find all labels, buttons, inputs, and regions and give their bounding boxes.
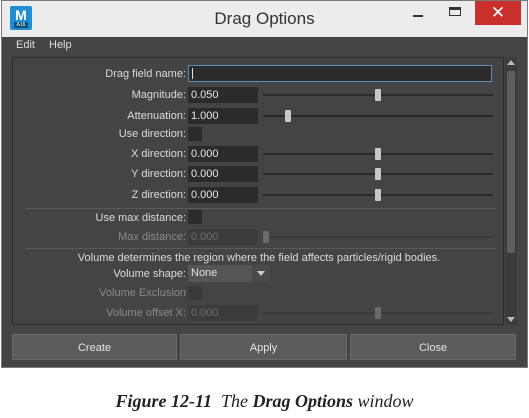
caption-text-pre: The xyxy=(220,391,248,411)
scroll-up-icon[interactable] xyxy=(507,60,515,65)
z-direction-slider[interactable] xyxy=(263,189,493,201)
volume-exclusion-checkbox[interactable] xyxy=(188,286,202,300)
max-distance-slider xyxy=(263,231,493,243)
magnitude-slider[interactable] xyxy=(263,89,493,101)
chevron-down-icon xyxy=(257,271,265,276)
magnitude-slider-thumb[interactable] xyxy=(375,89,381,101)
volume-offset-x-label: Volume offset X: xyxy=(106,307,186,319)
x-direction-slider-thumb[interactable] xyxy=(375,148,381,160)
menu-edit[interactable]: Edit xyxy=(16,39,35,51)
figure-number: Figure 12-11 xyxy=(115,391,212,411)
magnitude-field[interactable]: 0.050 xyxy=(188,87,258,103)
options-panel: Drag field name: Magnitude: 0.050 Attenu… xyxy=(12,57,504,325)
close-icon[interactable]: ✕ xyxy=(475,1,521,25)
attenuation-field[interactable]: 1.000 xyxy=(188,108,258,124)
volume-shape-dropdown[interactable]: None xyxy=(188,265,270,282)
scroll-down-icon[interactable] xyxy=(507,317,515,322)
panel-scrollbar[interactable] xyxy=(505,57,517,325)
use-direction-checkbox[interactable] xyxy=(188,127,202,141)
title-bar[interactable]: M A16 Drag Options ✕ xyxy=(2,1,527,37)
menu-bar: Edit Help xyxy=(2,37,527,55)
volume-shape-value: None xyxy=(191,267,218,279)
drag-options-window: M A16 Drag Options ✕ Edit Help Drag fiel… xyxy=(1,0,528,368)
max-distance-slider-thumb xyxy=(263,231,269,243)
volume-offset-x-field: 0.000 xyxy=(188,305,258,321)
drag-field-name-label: Drag field name: xyxy=(105,68,186,80)
apply-button[interactable]: Apply xyxy=(180,334,347,360)
use-max-distance-label: Use max distance: xyxy=(95,212,186,224)
caption-window-name: Drag Options xyxy=(252,391,354,411)
use-max-distance-checkbox[interactable] xyxy=(188,210,202,224)
dropdown-arrow-box xyxy=(252,265,270,282)
attenuation-slider[interactable] xyxy=(263,110,493,122)
figure-caption: Figure 12-11 The Drag Options window xyxy=(0,391,529,412)
caption-text-post: window xyxy=(357,391,414,411)
volume-note: Volume determines the region where the f… xyxy=(77,252,441,264)
z-direction-slider-thumb[interactable] xyxy=(375,189,381,201)
z-direction-field[interactable]: 0.000 xyxy=(188,187,258,203)
volume-offset-x-slider xyxy=(263,307,493,319)
x-direction-slider[interactable] xyxy=(263,148,493,160)
create-button[interactable]: Create xyxy=(12,334,177,360)
max-distance-field: 0.000 xyxy=(188,229,258,245)
close-button[interactable]: Close xyxy=(350,334,516,360)
menu-help[interactable]: Help xyxy=(49,39,72,51)
volume-shape-label: Volume shape: xyxy=(113,268,186,280)
minimize-icon[interactable] xyxy=(399,1,437,25)
scroll-thumb[interactable] xyxy=(507,71,515,253)
y-direction-label: Y direction: xyxy=(131,168,186,180)
x-direction-label: X direction: xyxy=(130,148,186,160)
magnitude-label: Magnitude: xyxy=(131,89,186,101)
z-direction-label: Z direction: xyxy=(131,189,186,201)
maximize-icon[interactable] xyxy=(438,1,474,25)
section-divider xyxy=(25,248,497,249)
text-caret xyxy=(192,68,193,79)
x-direction-field[interactable]: 0.000 xyxy=(188,146,258,162)
y-direction-slider[interactable] xyxy=(263,168,493,180)
max-distance-label: Max distance: xyxy=(118,231,186,243)
volume-offset-x-slider-thumb xyxy=(375,307,381,319)
y-direction-field[interactable]: 0.000 xyxy=(188,166,258,182)
drag-field-name-input[interactable] xyxy=(188,65,492,82)
attenuation-label: Attenuation: xyxy=(127,110,186,122)
volume-exclusion-label: Volume Exclusion xyxy=(99,287,186,299)
attenuation-slider-thumb[interactable] xyxy=(285,110,291,122)
use-direction-label: Use direction: xyxy=(118,128,186,140)
section-divider xyxy=(25,208,497,209)
y-direction-slider-thumb[interactable] xyxy=(375,168,381,180)
